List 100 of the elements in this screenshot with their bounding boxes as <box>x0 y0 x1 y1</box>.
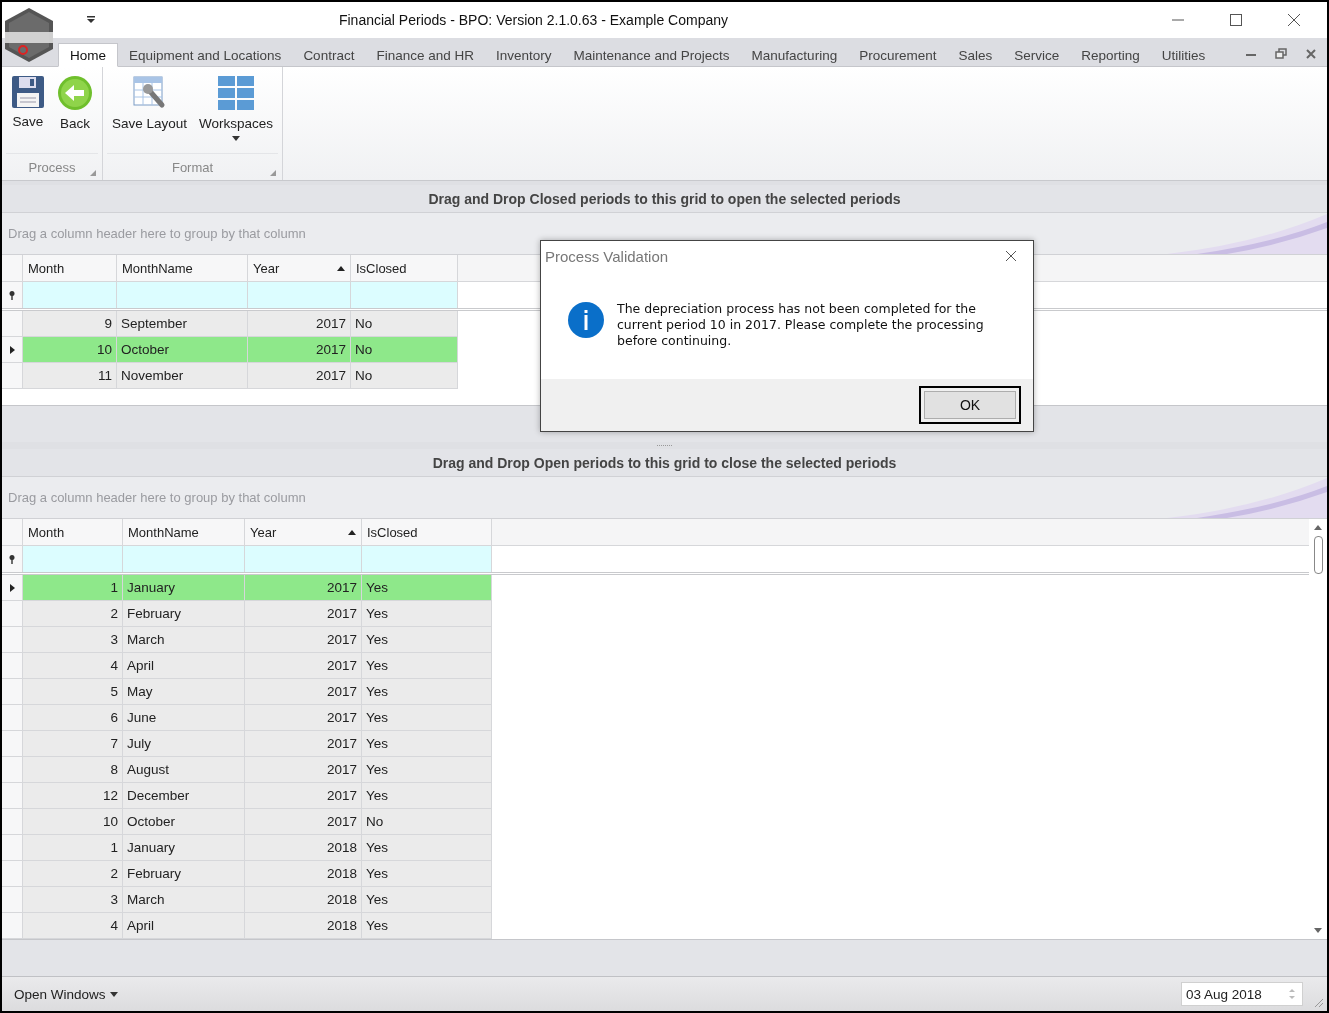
close-icon[interactable] <box>1287 13 1301 27</box>
ribbon-tab[interactable]: Contract <box>292 43 366 67</box>
table-cell: Yes <box>362 913 492 938</box>
ribbon-tab[interactable]: Equipment and Locations <box>118 43 293 67</box>
table-cell: 2017 <box>245 809 362 834</box>
table-cell: Yes <box>362 783 492 808</box>
info-icon <box>567 301 605 339</box>
table-cell: 2017 <box>245 731 362 756</box>
table-cell: 2017 <box>245 679 362 704</box>
table-cell: April <box>123 913 245 938</box>
sort-ascending-icon <box>337 265 345 271</box>
table-cell: 5 <box>23 679 123 704</box>
table-cell: 4 <box>23 653 123 678</box>
table-cell: 2017 <box>245 653 362 678</box>
table-cell: 2018 <box>245 887 362 912</box>
dialog-message: The depreciation process has not been completed for the current period 10 in 2017. Please complete the processing before continuing. <box>617 301 985 349</box>
table-cell: 2 <box>23 861 123 886</box>
scroll-down-icon[interactable] <box>1314 928 1322 933</box>
table-cell: August <box>123 757 245 782</box>
ribbon-tab[interactable]: Finance and HR <box>365 43 485 67</box>
filter-cell[interactable] <box>23 546 123 572</box>
table-cell: 2017 <box>245 575 362 600</box>
ribbon-tab[interactable]: Procurement <box>848 43 948 67</box>
filter-cell[interactable] <box>23 282 117 308</box>
splitter-grip-icon[interactable] <box>655 444 674 447</box>
filter-cell[interactable] <box>123 546 245 572</box>
filter-cell[interactable] <box>248 282 351 308</box>
table-cell: 2017 <box>248 311 351 336</box>
table-cell: 2018 <box>245 835 362 860</box>
table-cell: Yes <box>362 575 492 600</box>
sort-ascending-icon <box>348 529 356 535</box>
ribbon-tab[interactable]: Sales <box>947 43 1004 67</box>
ribbon-button[interactable]: Workspaces <box>194 73 279 151</box>
table-cell: January <box>123 835 245 860</box>
filter-cell[interactable] <box>245 546 362 572</box>
row-header[interactable] <box>2 337 23 362</box>
ribbon-tab[interactable]: Utilities <box>1150 43 1217 67</box>
ribbon-button[interactable]: Save Layout <box>107 73 193 151</box>
table-cell: 2 <box>23 601 123 626</box>
table-cell: 3 <box>23 887 123 912</box>
table-cell: Yes <box>362 757 492 782</box>
close-icon[interactable] <box>1305 48 1317 60</box>
table-cell: November <box>117 363 248 388</box>
group-panel-hint: Drag a column header here to group by that column <box>8 490 306 505</box>
grid-caption: Drag and Drop Open periods to this grid to close the selected periods <box>2 449 1327 477</box>
launcher-icon[interactable] <box>270 170 277 176</box>
table-cell: Yes <box>362 627 492 652</box>
table-cell: 2018 <box>245 913 362 938</box>
ribbon-tab[interactable]: Inventory <box>484 43 563 67</box>
dropdown-caret-icon[interactable] <box>86 16 96 24</box>
date-field[interactable]: 03 Aug 2018 <box>1181 982 1303 1006</box>
caret-icon <box>109 991 118 997</box>
filter-pin-icon <box>9 290 15 300</box>
scrollbar-thumb[interactable] <box>1313 536 1323 574</box>
group-label: Format <box>171 159 214 175</box>
resize-grip-icon[interactable] <box>1312 996 1324 1008</box>
ribbon-tab[interactable]: Home <box>58 43 118 67</box>
ribbon-tab[interactable]: Service <box>1003 43 1071 67</box>
ok-button[interactable]: OK <box>924 391 1016 419</box>
table-cell: October <box>123 809 245 834</box>
spin-arrows-icon[interactable] <box>1288 987 1296 1001</box>
grid-tiles-icon <box>217 75 256 111</box>
table-cell: 2017 <box>248 363 351 388</box>
scroll-up-icon[interactable] <box>1314 525 1322 530</box>
filter-cell[interactable] <box>117 282 248 308</box>
row-header[interactable] <box>2 575 23 600</box>
table-cell: 2017 <box>245 601 362 626</box>
table-cell: Yes <box>362 679 492 704</box>
table-cell: 10 <box>23 809 123 834</box>
maximize-icon[interactable] <box>1229 13 1243 27</box>
launcher-icon[interactable] <box>90 170 96 176</box>
close-icon[interactable] <box>1005 250 1017 262</box>
filter-cell[interactable] <box>362 546 492 572</box>
window-title: Financial Periods - BPO: Version 2.1.0.63 - Example Company <box>338 12 729 28</box>
table-cell: No <box>351 311 458 336</box>
table-cell: 2017 <box>245 783 362 808</box>
table-cell: 2017 <box>245 627 362 652</box>
ribbon-button[interactable]: Save <box>6 73 50 151</box>
table-cell: 2017 <box>248 337 351 362</box>
ribbon-tab[interactable]: Reporting <box>1070 43 1151 67</box>
dialog-title: Process Validation <box>545 247 669 265</box>
table-cell: Yes <box>362 861 492 886</box>
table-cell: Yes <box>362 601 492 626</box>
open-windows-menu[interactable]: Open Windows <box>8 985 124 1003</box>
table-cell: Yes <box>362 835 492 860</box>
table-cell: 8 <box>23 757 123 782</box>
ribbon-button[interactable]: Back <box>52 73 98 151</box>
table-cell: 1 <box>23 835 123 860</box>
ribbon-tab[interactable]: Manufacturing <box>740 43 849 67</box>
table-cell: 10 <box>23 337 117 362</box>
filter-cell[interactable] <box>351 282 458 308</box>
table-cell: 2018 <box>245 861 362 886</box>
restore-icon[interactable] <box>1275 48 1287 60</box>
table-cell: January <box>123 575 245 600</box>
ribbon-tab[interactable]: Maintenance and Projects <box>562 43 741 67</box>
table-cell: February <box>123 861 245 886</box>
row-indicator-icon <box>9 345 15 354</box>
table-cell: 7 <box>23 731 123 756</box>
table-cell: July <box>123 731 245 756</box>
table-cell: 9 <box>23 311 117 336</box>
